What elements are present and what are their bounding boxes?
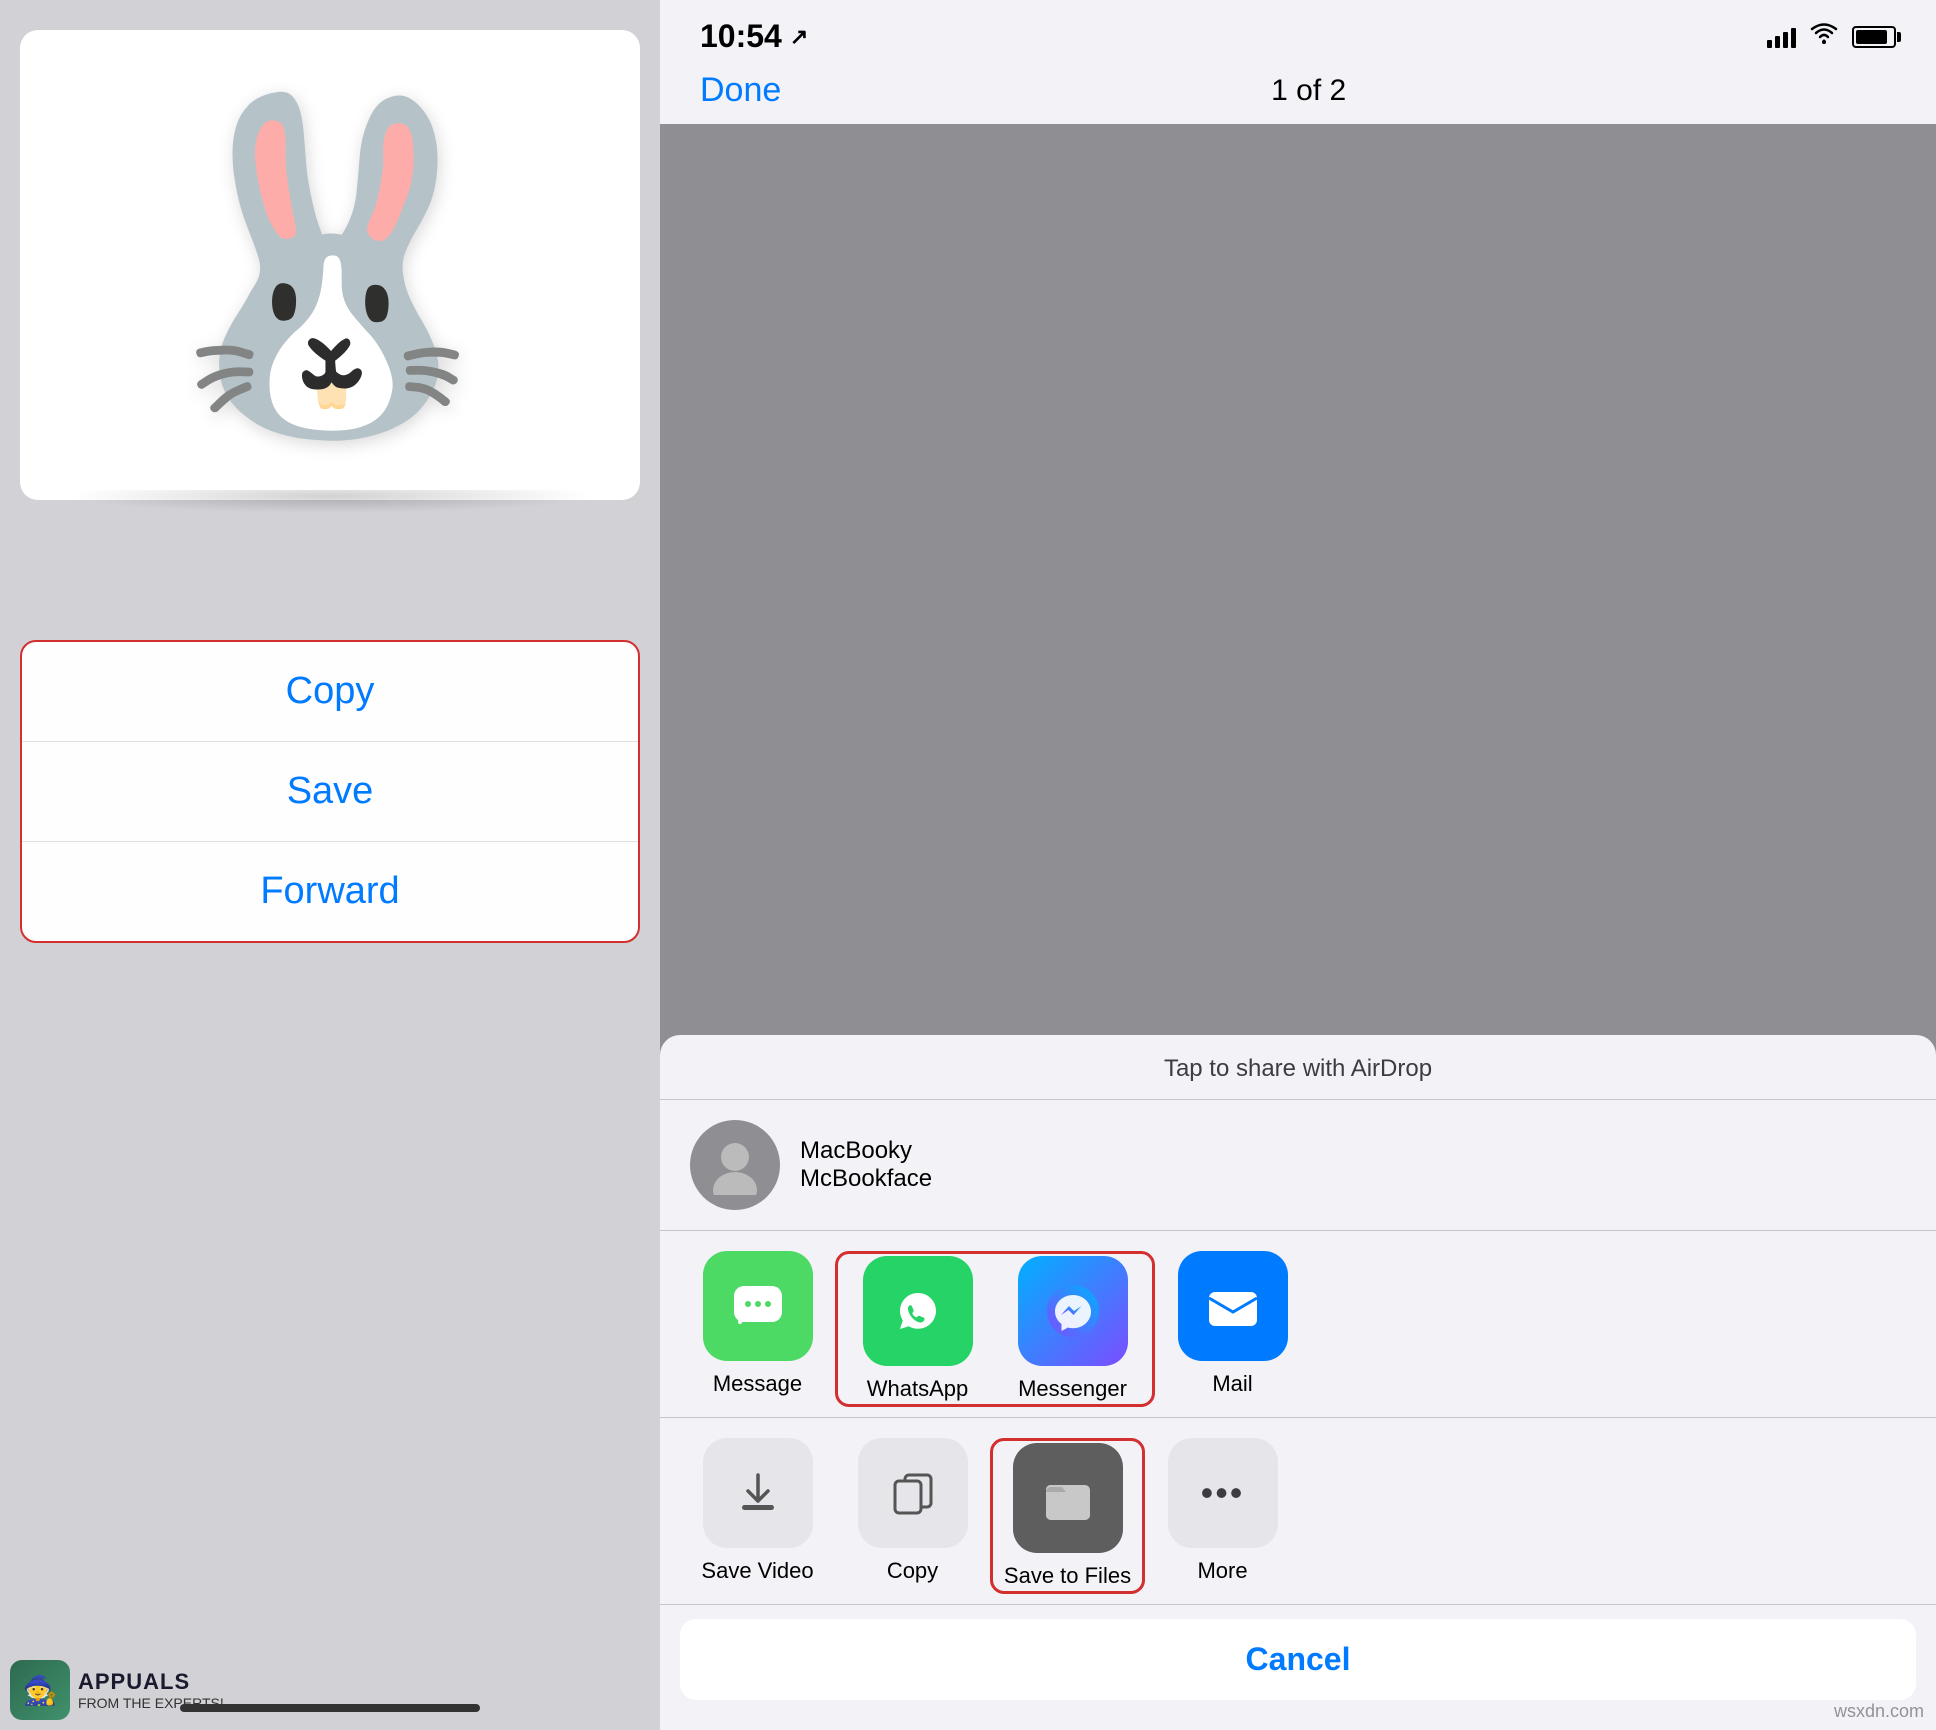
page-counter: 1 of 2 [1271, 74, 1346, 108]
status-time: 10:54 ↗ [700, 18, 808, 55]
copy-action-label: Copy [887, 1558, 938, 1584]
left-panel: 🐰 Copy Save Forward 🧙 APPUALS FROM THE E… [0, 0, 660, 1730]
contact-name-line2: McBookface [800, 1165, 932, 1193]
battery-icon [1852, 26, 1896, 48]
save-menu-item[interactable]: Save [22, 742, 638, 842]
contact-avatar [690, 1120, 780, 1210]
more-action-label: More [1197, 1558, 1247, 1584]
more-action-icon: ••• [1168, 1438, 1278, 1548]
mail-app-icon [1178, 1251, 1288, 1361]
save-video-label: Save Video [701, 1558, 813, 1584]
watermark: wsxdn.com [1834, 1701, 1924, 1722]
action-item-more[interactable]: ••• More [1145, 1438, 1300, 1594]
appuals-name: APPUALS [78, 1669, 224, 1695]
signal-bars-icon [1767, 26, 1796, 48]
app-item-messenger[interactable]: Messenger [995, 1256, 1150, 1402]
action-item-save-video[interactable]: Save Video [680, 1438, 835, 1594]
app-item-whatsapp[interactable]: WhatsApp [840, 1256, 995, 1402]
share-sheet: Tap to share with AirDrop MacBooky McBoo… [660, 1035, 1936, 1730]
rabbit-card: 🐰 [20, 30, 640, 500]
whatsapp-messenger-highlight: WhatsApp [835, 1251, 1155, 1407]
copy-action-icon [858, 1438, 968, 1548]
mail-app-label: Mail [1212, 1371, 1252, 1397]
home-bar [180, 1704, 480, 1712]
card-shadow [20, 490, 640, 550]
right-panel: 10:54 ↗ [660, 0, 1936, 1730]
app-item-message[interactable]: Message [680, 1251, 835, 1407]
nav-bar: Done 1 of 2 [660, 65, 1936, 124]
done-button[interactable]: Done [700, 71, 781, 110]
save-video-icon [703, 1438, 813, 1548]
action-row: Save Video Copy [660, 1418, 1936, 1605]
action-item-save-to-files[interactable]: Save to Files [990, 1438, 1145, 1594]
save-to-files-label: Save to Files [1004, 1563, 1131, 1589]
messenger-app-icon [1018, 1256, 1128, 1366]
cancel-button[interactable]: Cancel [680, 1619, 1916, 1700]
status-bar: 10:54 ↗ [660, 0, 1936, 65]
more-dots-icon: ••• [1201, 1472, 1245, 1514]
appuals-icon: 🧙 [10, 1660, 70, 1720]
copy-menu-item[interactable]: Copy [22, 642, 638, 742]
messenger-app-label: Messenger [1018, 1376, 1127, 1402]
context-menu: Copy Save Forward [20, 640, 640, 943]
time-display: 10:54 [700, 18, 782, 55]
wifi-icon [1810, 21, 1838, 52]
rabbit-emoji: 🐰 [131, 105, 529, 425]
whatsapp-app-icon [863, 1256, 973, 1366]
message-app-icon [703, 1251, 813, 1361]
airdrop-hint: Tap to share with AirDrop [660, 1035, 1936, 1100]
whatsapp-app-label: WhatsApp [867, 1376, 969, 1402]
contact-row[interactable]: MacBooky McBookface [660, 1100, 1936, 1231]
app-icons-row: Message WhatsApp [660, 1231, 1936, 1418]
save-to-files-icon [1013, 1443, 1123, 1553]
forward-menu-item[interactable]: Forward [22, 842, 638, 941]
status-icons [1767, 21, 1896, 52]
app-item-mail[interactable]: Mail [1155, 1251, 1310, 1407]
contact-name-line1: MacBooky [800, 1137, 932, 1165]
location-arrow-icon: ↗ [790, 24, 808, 50]
message-app-label: Message [713, 1371, 802, 1397]
contact-info: MacBooky McBookface [800, 1137, 932, 1193]
content-area: 🐰 Tap to share with AirDrop MacBooky McB… [660, 124, 1936, 1730]
action-item-copy[interactable]: Copy [835, 1438, 990, 1594]
